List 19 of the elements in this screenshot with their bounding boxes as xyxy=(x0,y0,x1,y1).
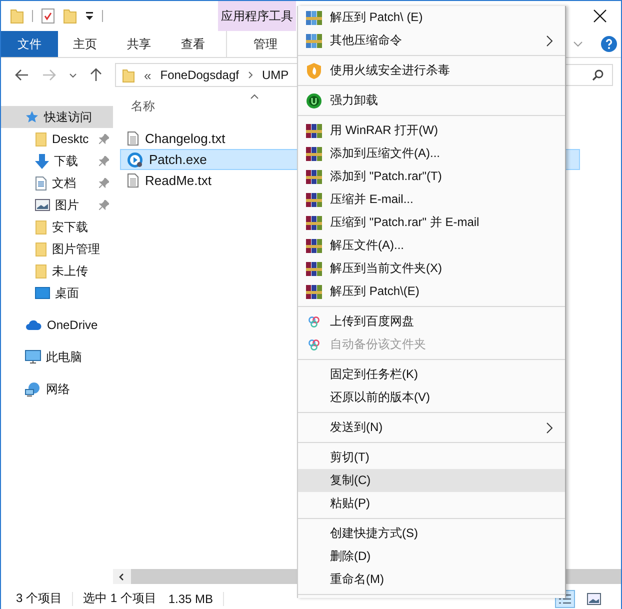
nav-label: 此电脑 xyxy=(46,348,82,366)
nav-label: 图片 xyxy=(55,196,79,214)
nav-label: 快速访问 xyxy=(44,108,92,126)
nav-label: 网络 xyxy=(46,380,70,398)
selection-count: 选中 1 个项目 xyxy=(83,590,156,607)
file-name: ReadMe.txt xyxy=(145,173,212,188)
nav-label: 桌面 xyxy=(55,284,79,302)
item-count: 3 个项目 xyxy=(16,590,62,607)
nav-label: 文档 xyxy=(52,174,76,192)
nav-label: 未上传 xyxy=(52,262,88,280)
file-name: Patch.exe xyxy=(149,152,207,167)
nav-label: 安下载 xyxy=(52,218,88,236)
nav-label: Desktc xyxy=(52,132,89,146)
file-name: Changelog.txt xyxy=(145,131,226,146)
selection-size: 1.35 MB xyxy=(168,592,214,606)
contextual-tab-title: 应用程序工具 xyxy=(218,1,296,31)
nav-label: OneDrive xyxy=(47,318,98,332)
nav-label: 图片管理 xyxy=(52,240,100,258)
nav-label: 下载 xyxy=(54,152,78,170)
